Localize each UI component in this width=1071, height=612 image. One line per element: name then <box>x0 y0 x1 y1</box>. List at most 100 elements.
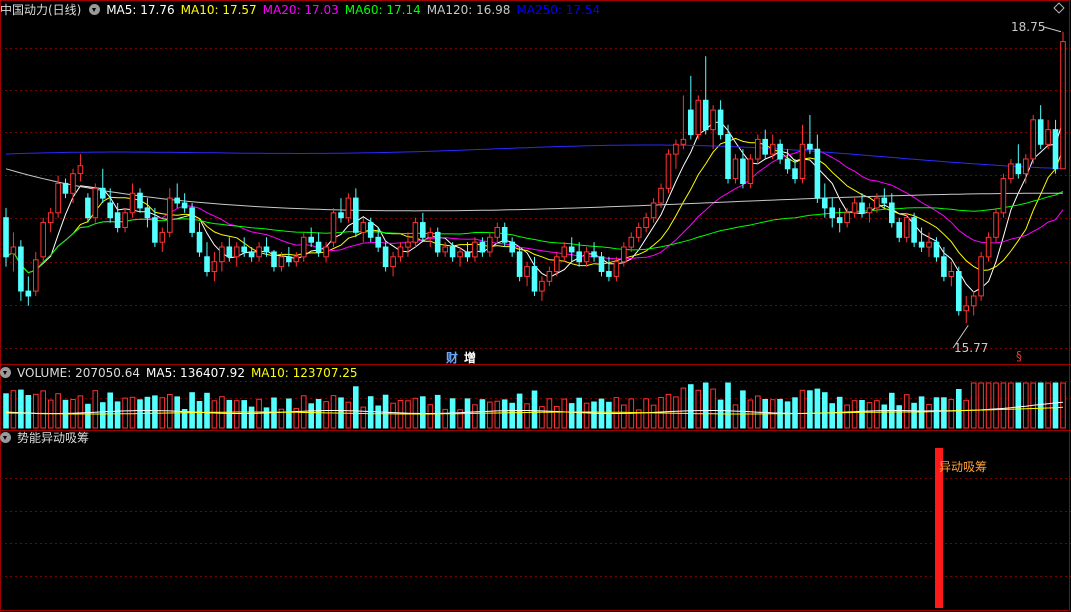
candle <box>613 261 620 277</box>
ma-legend-item: MA5: 17.76 <box>106 3 175 17</box>
candle <box>509 241 515 253</box>
volume-bar <box>367 396 374 429</box>
volume-bar <box>524 403 530 429</box>
candle <box>710 109 716 131</box>
volume-bar <box>375 405 381 429</box>
candle <box>457 251 463 258</box>
candle <box>152 217 158 243</box>
stock-title: 中国动力(日线) <box>0 3 82 17</box>
volume-bar <box>881 404 888 429</box>
volume-bar <box>10 390 17 429</box>
candle <box>196 231 203 253</box>
candle <box>308 236 314 243</box>
candle <box>844 212 850 224</box>
candle <box>956 271 962 312</box>
ma-toggle-icon[interactable] <box>89 4 101 15</box>
candle <box>650 202 657 219</box>
volume-bar <box>107 392 114 429</box>
candle <box>100 187 106 199</box>
candle <box>1015 163 1022 175</box>
candle <box>442 246 448 253</box>
volume-bar <box>442 408 448 429</box>
candle <box>591 251 597 258</box>
candle <box>323 246 329 258</box>
candle <box>55 182 61 214</box>
volume-bar <box>807 390 813 429</box>
volume-bar <box>688 384 694 429</box>
volume-bar <box>25 395 32 429</box>
volume-bar <box>583 402 590 429</box>
ma-legend-item: MA10: 17.57 <box>180 3 257 17</box>
candle <box>189 207 195 233</box>
volume-bar <box>874 400 880 429</box>
candle <box>25 290 32 297</box>
candle <box>539 280 545 292</box>
volume-bar <box>516 393 523 429</box>
volume-bar <box>970 382 977 429</box>
candle <box>226 246 233 258</box>
volume-bar <box>948 398 955 429</box>
volume-bar <box>725 382 731 429</box>
ma250-line <box>5 144 1064 169</box>
candlestick-chart[interactable] <box>0 0 1071 612</box>
candle <box>859 202 865 214</box>
candle <box>621 246 627 263</box>
volume-bar <box>896 405 903 429</box>
volume-bar <box>606 401 612 429</box>
candle <box>360 222 367 233</box>
volume-bar <box>353 386 359 429</box>
volume-bar <box>18 389 24 429</box>
volume-bar <box>822 392 828 429</box>
volume-bar <box>85 403 91 429</box>
candle <box>881 197 888 204</box>
ma-legend-item: MA60: 17.14 <box>344 3 421 17</box>
ma-legend: MA5: 17.76 MA10: 17.57 MA20: 17.03 MA60: 17… <box>106 3 606 17</box>
candle <box>918 241 925 248</box>
candle <box>516 251 523 277</box>
main-chart-header: 中国动力(日线) MA5: 17.76 MA10: 17.57 MA20: 17.0… <box>0 2 612 18</box>
candle <box>658 187 664 204</box>
volume-bar <box>479 399 486 429</box>
volume-bar <box>539 406 545 429</box>
volume-bar <box>122 397 128 429</box>
volume-bar <box>985 382 992 429</box>
ma-legend-item: MA120: 16.98 <box>426 3 511 17</box>
candle <box>472 241 478 258</box>
candle <box>405 241 411 248</box>
candle <box>717 109 724 136</box>
candle <box>1000 178 1007 214</box>
dividend-marker[interactable]: § <box>1016 349 1022 363</box>
candle <box>531 266 538 292</box>
volume-bar <box>531 390 538 429</box>
candle <box>635 227 642 238</box>
candle <box>3 217 9 258</box>
indicator-toggle-icon[interactable] <box>0 432 11 443</box>
signal-label: 异动吸筹 <box>939 460 988 474</box>
share-increase-marker[interactable]: 增 <box>464 349 476 366</box>
volume-toggle-icon[interactable] <box>0 367 11 378</box>
candle <box>77 165 84 175</box>
candle <box>382 246 389 268</box>
candle <box>606 271 612 277</box>
volume-bar <box>591 401 597 429</box>
candle <box>345 197 352 219</box>
financial-report-marker[interactable]: 财 <box>446 349 458 366</box>
volume-bar <box>956 389 962 429</box>
volume-bar <box>1000 382 1007 429</box>
volume-bar <box>561 398 568 429</box>
volume-bar <box>740 390 746 429</box>
candle <box>219 246 225 263</box>
volume-bar <box>204 392 210 429</box>
volume-bar <box>933 397 940 429</box>
volume-bar <box>420 396 426 429</box>
volume-bar <box>978 382 984 429</box>
candle <box>911 217 917 243</box>
volume-bar <box>427 404 434 429</box>
candle <box>122 212 128 229</box>
candle <box>278 256 285 268</box>
ma120-line <box>5 168 1063 212</box>
volume-bar <box>114 401 121 429</box>
volume-label: VOLUME: 207050.64 <box>17 366 140 380</box>
volume-bar <box>308 403 314 429</box>
candle <box>784 158 791 170</box>
